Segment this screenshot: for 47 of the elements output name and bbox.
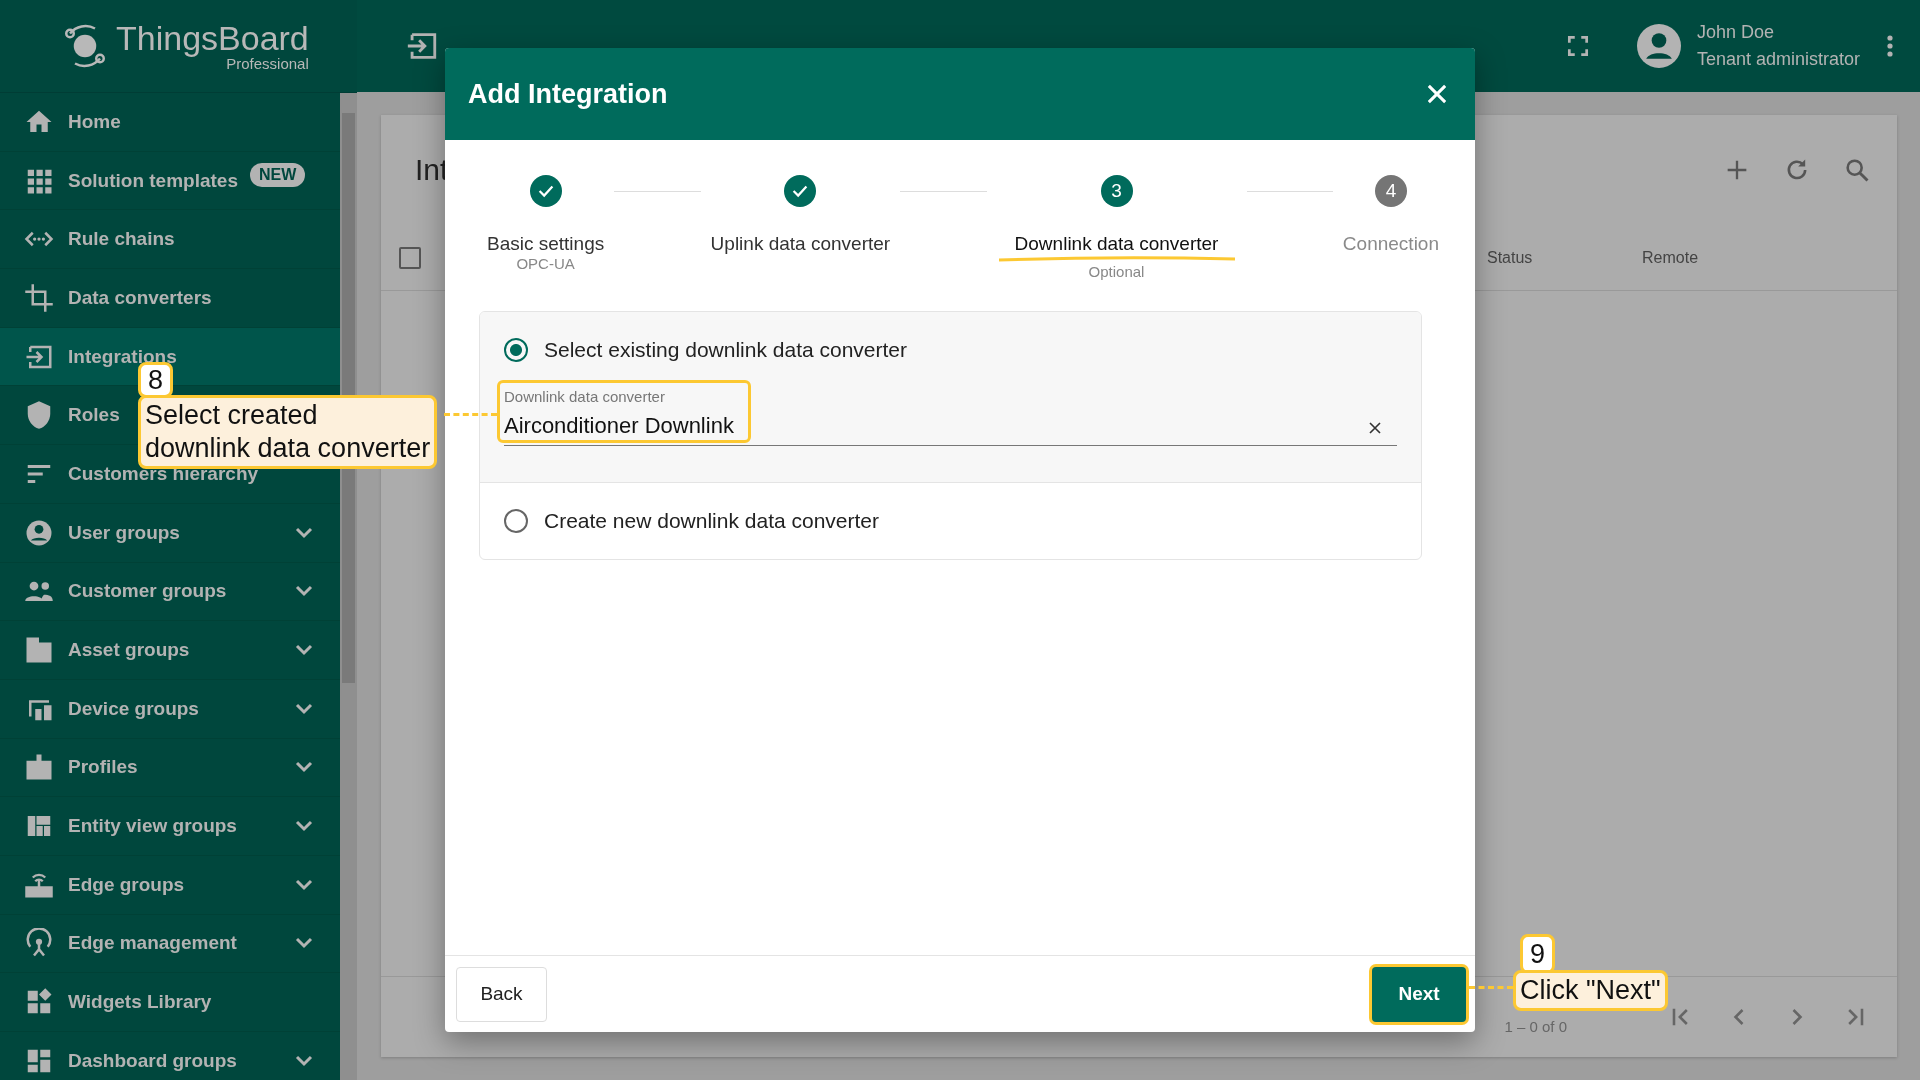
paginator-range: 1 – 0 of 0: [1504, 1017, 1567, 1035]
step-circle: 4: [1374, 175, 1407, 207]
avatar[interactable]: [1636, 24, 1681, 68]
step-sublabel: OPC-UA: [516, 255, 575, 272]
back-button[interactable]: Back: [456, 966, 547, 1022]
sidebar-item[interactable]: Customer groups: [0, 562, 340, 622]
hint-tooltip: Select created downlink data converter: [138, 395, 438, 469]
new-badge: NEW: [249, 162, 306, 187]
checkbox[interactable]: [399, 246, 421, 269]
more-icon[interactable]: [1886, 33, 1894, 59]
dialog-title: Add Integration: [468, 78, 669, 110]
converter-field[interactable]: Downlink data converter Airconditioner Downlink: [504, 388, 1397, 446]
radio-button[interactable]: [504, 338, 528, 362]
sidebar-item[interactable]: Widgets Library: [0, 973, 340, 1032]
crop-icon: [24, 282, 54, 313]
logo-text: ThingsBoard: [116, 20, 309, 55]
sidebar-item[interactable]: Edge management: [0, 914, 340, 974]
next-button[interactable]: Next: [1372, 966, 1466, 1022]
user-name: John Doe: [1696, 22, 1775, 43]
edition-label: Professional: [226, 54, 309, 72]
sidebar-item[interactable]: Profiles: [0, 738, 340, 798]
sidebar-item[interactable]: User groups: [0, 503, 340, 563]
sidebar-item[interactable]: Home: [0, 93, 340, 152]
step-sublabel: Optional: [1088, 263, 1145, 280]
sidebar-item[interactable]: Entity view groups: [0, 797, 340, 856]
leader-line: [444, 413, 497, 416]
sidebar-item[interactable]: Device groups: [0, 679, 340, 739]
search-icon[interactable]: [1843, 156, 1871, 184]
sidebar-item[interactable]: Edge groups: [0, 855, 340, 915]
sidebar-item[interactable]: Solution templates NEW: [0, 151, 340, 211]
step[interactable]: 3 Downlink data converter Optional: [986, 175, 1247, 280]
option-label[interactable]: Select existing downlink data converter: [544, 338, 908, 362]
antenna-icon: [24, 928, 54, 959]
number-tooltip: 8: [138, 362, 174, 398]
step[interactable]: Basic settings OPC-UA: [477, 175, 615, 272]
option-label[interactable]: Create new downlink data converter: [544, 509, 879, 533]
step-circle: 3: [1100, 175, 1133, 207]
step[interactable]: 4 Connection: [1332, 175, 1449, 255]
user-role: Tenant administrator: [1696, 49, 1860, 70]
sidebar-item[interactable]: Asset groups: [0, 621, 340, 680]
radio-button[interactable]: [504, 509, 528, 533]
step[interactable]: Uplink data converter: [700, 175, 901, 255]
hint-tooltip: Click "Next": [1513, 970, 1668, 1011]
column-header[interactable]: Status: [1487, 248, 1642, 267]
column-header[interactable]: Remote: [1642, 248, 1797, 267]
sidebar-item[interactable]: Data converters: [0, 269, 340, 328]
sidebar-item[interactable]: Dashboard groups: [0, 1032, 340, 1080]
